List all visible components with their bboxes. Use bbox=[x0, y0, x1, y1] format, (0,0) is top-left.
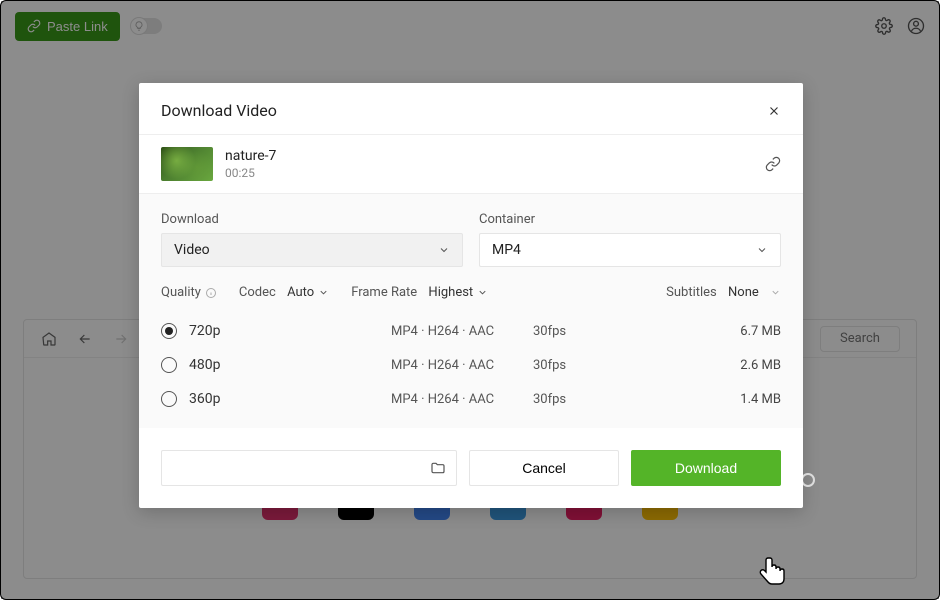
container-label: Container bbox=[479, 212, 781, 227]
video-duration: 00:25 bbox=[225, 166, 276, 180]
download-type-label: Download bbox=[161, 212, 463, 227]
quality-size: 6.7 MB bbox=[635, 324, 781, 339]
quality-resolution: 360p bbox=[189, 391, 379, 407]
subtitles-filter[interactable]: Subtitles None bbox=[666, 285, 781, 300]
close-button[interactable] bbox=[767, 104, 781, 118]
chevron-down-icon bbox=[756, 244, 768, 256]
codec-filter[interactable]: Codec Auto bbox=[239, 285, 329, 300]
radio-icon bbox=[161, 323, 177, 339]
folder-icon bbox=[430, 460, 446, 476]
cancel-button[interactable]: Cancel bbox=[469, 450, 619, 486]
chevron-down-icon bbox=[438, 244, 450, 256]
download-button[interactable]: Download bbox=[631, 450, 781, 486]
video-thumbnail bbox=[161, 147, 213, 181]
quality-filter[interactable]: Quality bbox=[161, 285, 217, 300]
quality-option[interactable]: 360p MP4 · H264 · AAC 30fps 1.4 MB bbox=[161, 382, 781, 416]
quality-codec: MP4 · H264 · AAC bbox=[391, 324, 521, 339]
quality-size: 1.4 MB bbox=[635, 392, 781, 407]
radio-icon bbox=[161, 391, 177, 407]
quality-option[interactable]: 480p MP4 · H264 · AAC 30fps 2.6 MB bbox=[161, 348, 781, 382]
framerate-filter[interactable]: Frame Rate Highest bbox=[351, 285, 488, 300]
quality-resolution: 720p bbox=[189, 323, 379, 339]
quality-codec: MP4 · H264 · AAC bbox=[391, 392, 521, 407]
download-modal: Download Video nature-7 00:25 Download V… bbox=[139, 83, 803, 508]
chevron-down-icon bbox=[318, 287, 329, 298]
quality-resolution: 480p bbox=[189, 357, 379, 373]
quality-fps: 30fps bbox=[533, 358, 623, 373]
info-icon bbox=[205, 287, 217, 299]
download-type-select[interactable]: Video bbox=[161, 233, 463, 267]
quality-size: 2.6 MB bbox=[635, 358, 781, 373]
quality-codec: MP4 · H264 · AAC bbox=[391, 358, 521, 373]
close-icon bbox=[767, 104, 781, 118]
copy-link-button[interactable] bbox=[765, 156, 781, 172]
save-path-input[interactable] bbox=[161, 450, 457, 486]
quality-fps: 30fps bbox=[533, 324, 623, 339]
video-name: nature-7 bbox=[225, 148, 276, 164]
radio-icon bbox=[161, 357, 177, 373]
quality-option[interactable]: 720p MP4 · H264 · AAC 30fps 6.7 MB bbox=[161, 314, 781, 348]
container-select[interactable]: MP4 bbox=[479, 233, 781, 267]
quality-fps: 30fps bbox=[533, 392, 623, 407]
link-icon bbox=[765, 156, 781, 172]
chevron-down-icon bbox=[770, 287, 781, 298]
chevron-down-icon bbox=[477, 287, 488, 298]
modal-title: Download Video bbox=[161, 101, 277, 120]
